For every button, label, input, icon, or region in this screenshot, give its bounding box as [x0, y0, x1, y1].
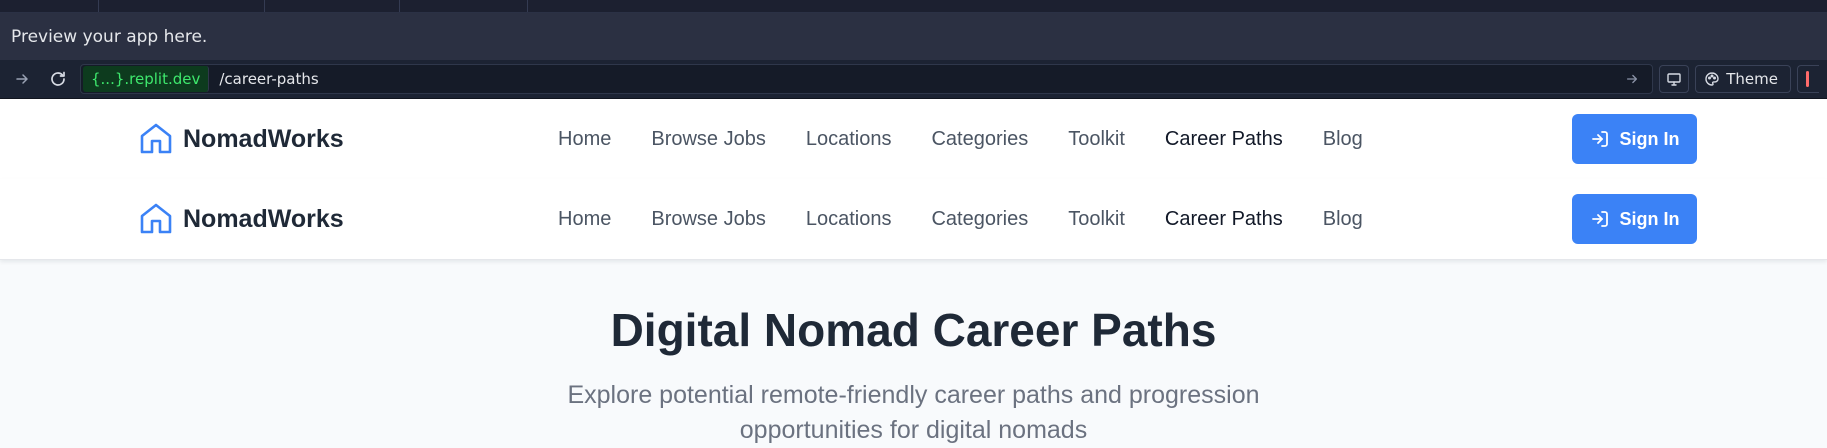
brand-name: NomadWorks: [183, 124, 344, 153]
login-icon: [1591, 131, 1608, 147]
nav-link-blog[interactable]: Blog: [1323, 208, 1363, 231]
nav-link-home[interactable]: Home: [558, 128, 611, 151]
palette-icon: [1705, 72, 1719, 86]
nav-link-career-paths[interactable]: Career Paths: [1165, 208, 1283, 231]
nav-link-browse-jobs[interactable]: Browse Jobs: [651, 208, 766, 231]
nav-link-browse-jobs[interactable]: Browse Jobs: [651, 128, 766, 151]
home-icon: [140, 123, 172, 154]
editor-tab[interactable]: [98, 0, 265, 12]
brand-logo-link[interactable]: NomadWorks: [138, 179, 344, 259]
url-input[interactable]: {...}.replit.dev /career-paths: [80, 64, 1654, 94]
nav-link-categories[interactable]: Categories: [931, 128, 1028, 151]
nav-link-career-paths[interactable]: Career Paths: [1165, 128, 1283, 151]
preview-banner: Preview your app here.: [0, 13, 1827, 60]
url-path[interactable]: /career-paths: [219, 70, 1620, 88]
page-subtitle: Explore potential remote-friendly career…: [567, 381, 1260, 444]
nav-link-toolkit[interactable]: Toolkit: [1068, 128, 1125, 151]
main-nav: Home Browse Jobs Locations Categories To…: [558, 99, 1403, 179]
site-header: NomadWorks Home Browse Jobs Locations Ca…: [0, 99, 1827, 179]
sign-in-label: Sign In: [1619, 128, 1680, 149]
webview-url-bar: {...}.replit.dev /career-paths Theme: [0, 60, 1827, 99]
preview-message: Preview your app here.: [11, 26, 208, 47]
theme-label: Theme: [1726, 70, 1778, 88]
arrow-right-icon: [16, 74, 28, 84]
nav-link-locations[interactable]: Locations: [806, 208, 892, 231]
devtools-icon: [1806, 71, 1809, 87]
arrow-right-icon: [1627, 74, 1638, 84]
theme-button[interactable]: Theme: [1695, 65, 1791, 93]
monitor-icon: [1667, 73, 1681, 86]
nav-link-home[interactable]: Home: [558, 208, 611, 231]
devtools-button[interactable]: [1797, 65, 1819, 93]
login-icon: [1591, 211, 1608, 227]
nav-link-toolkit[interactable]: Toolkit: [1068, 208, 1125, 231]
sign-in-button[interactable]: Sign In: [1572, 194, 1697, 244]
hero-section: Digital Nomad Career Paths Explore poten…: [0, 302, 1827, 448]
reload-icon: [51, 71, 65, 86]
page-title: Digital Nomad Career Paths: [610, 304, 1217, 356]
editor-tab[interactable]: [399, 0, 528, 12]
sign-in-button[interactable]: Sign In: [1572, 114, 1697, 164]
nav-link-blog[interactable]: Blog: [1323, 128, 1363, 151]
nav-link-locations[interactable]: Locations: [806, 128, 892, 151]
editor-tab[interactable]: [264, 0, 400, 12]
nav-link-categories[interactable]: Categories: [931, 208, 1028, 231]
sign-in-label: Sign In: [1619, 208, 1680, 229]
editor-tab[interactable]: [0, 0, 99, 12]
navigate-button[interactable]: [1620, 72, 1644, 86]
main-nav: Home Browse Jobs Locations Categories To…: [558, 179, 1403, 259]
editor-tab-strip: [0, 0, 1827, 13]
home-icon: [140, 203, 172, 234]
url-domain[interactable]: {...}.replit.dev: [83, 66, 210, 92]
brand-name: NomadWorks: [183, 204, 344, 233]
site-header-duplicate: NomadWorks Home Browse Jobs Locations Ca…: [0, 179, 1827, 260]
reload-button[interactable]: [44, 65, 72, 93]
brand-logo-link[interactable]: NomadWorks: [138, 99, 344, 179]
forward-button[interactable]: [8, 65, 36, 93]
device-preview-button[interactable]: [1659, 65, 1690, 93]
